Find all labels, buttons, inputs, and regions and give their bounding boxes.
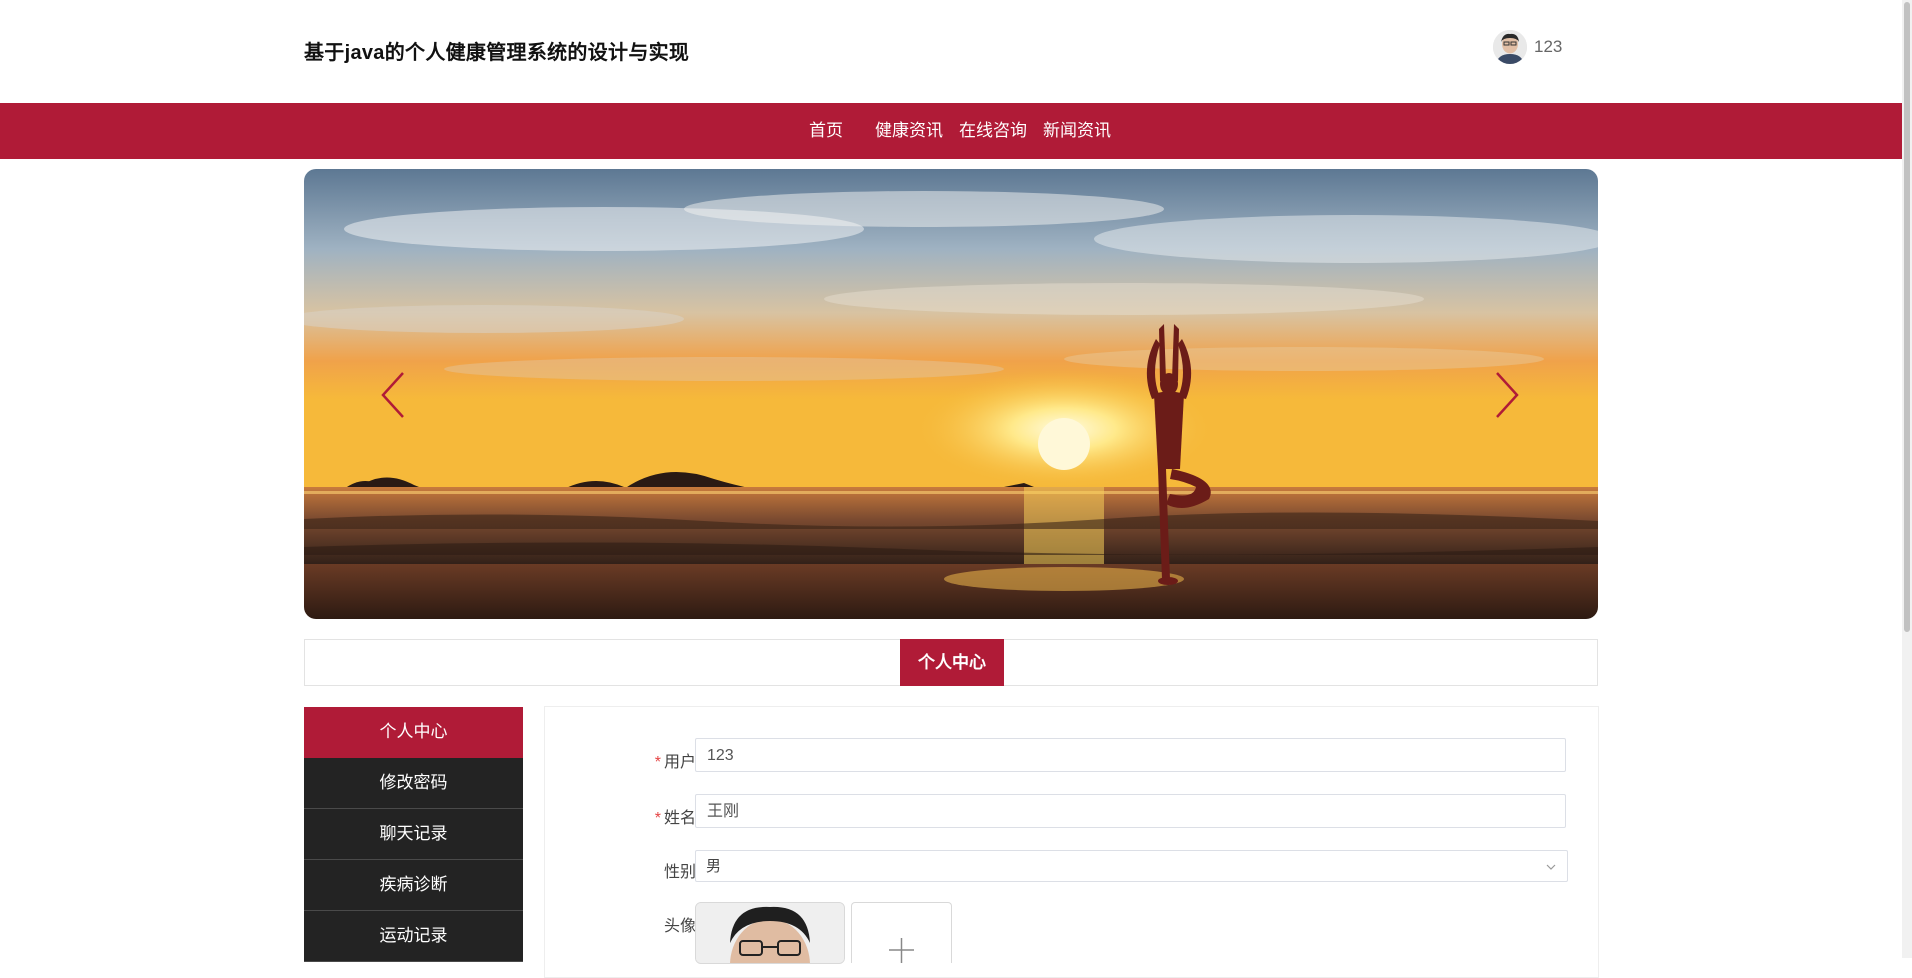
profile-form: * 用户 123 * 姓名 王刚 性别 男 头像: [544, 706, 1599, 978]
chevron-down-icon: [1546, 864, 1556, 870]
sidebar-item-chat-history[interactable]: 聊天记录: [304, 809, 523, 860]
sidebar-item-change-password[interactable]: 修改密码: [304, 758, 523, 809]
nav-item-news[interactable]: 新闻资讯: [1043, 103, 1111, 159]
required-mark: *: [654, 810, 661, 827]
section-title-bar: 个人中心: [304, 639, 1598, 686]
page-scrollbar[interactable]: [1902, 0, 1912, 958]
avatar-label: 头像: [663, 918, 696, 935]
banner-carousel: [304, 169, 1598, 619]
name-label: * 姓名: [654, 810, 696, 827]
required-mark: *: [654, 754, 661, 771]
sidebar-item-exercise-record[interactable]: 运动记录: [304, 911, 523, 962]
avatar-upload-button[interactable]: [851, 902, 952, 963]
site-header: 基于java的个人健康管理系统的设计与实现 123: [0, 0, 1902, 103]
gender-select[interactable]: 男: [695, 850, 1568, 882]
gender-select-value: 男: [706, 858, 722, 875]
nav-item-health-news[interactable]: 健康资讯: [875, 103, 943, 159]
main-nav: 首页 健康资讯 在线咨询 新闻资讯: [0, 103, 1902, 159]
user-avatar[interactable]: [1493, 30, 1527, 64]
sidebar-menu: 个人中心 修改密码 聊天记录 疾病诊断 运动记录: [304, 707, 523, 962]
chevron-right-icon: [1496, 372, 1519, 418]
username-label: * 用户: [654, 754, 696, 771]
carousel-prev-button[interactable]: [373, 355, 413, 435]
name-input[interactable]: 王刚: [695, 794, 1566, 828]
section-title: 个人中心: [900, 639, 1004, 686]
avatar-preview: [695, 902, 845, 964]
banner-image: [304, 169, 1598, 619]
sidebar-item-profile[interactable]: 个人中心: [304, 707, 523, 758]
nav-item-home[interactable]: 首页: [809, 103, 843, 159]
plus-icon: [889, 938, 914, 963]
nav-item-online-consult[interactable]: 在线咨询: [959, 103, 1027, 159]
username-input[interactable]: 123: [695, 738, 1566, 772]
gender-label: 性别: [663, 864, 696, 881]
scrollbar-thumb[interactable]: [1904, 2, 1910, 632]
chevron-left-icon: [381, 372, 404, 418]
carousel-next-button[interactable]: [1487, 355, 1527, 435]
username[interactable]: 123: [1534, 37, 1562, 57]
sidebar-item-diagnosis[interactable]: 疾病诊断: [304, 860, 523, 911]
user-menu[interactable]: 123: [1493, 30, 1562, 64]
site-title: 基于java的个人健康管理系统的设计与实现: [304, 42, 690, 64]
